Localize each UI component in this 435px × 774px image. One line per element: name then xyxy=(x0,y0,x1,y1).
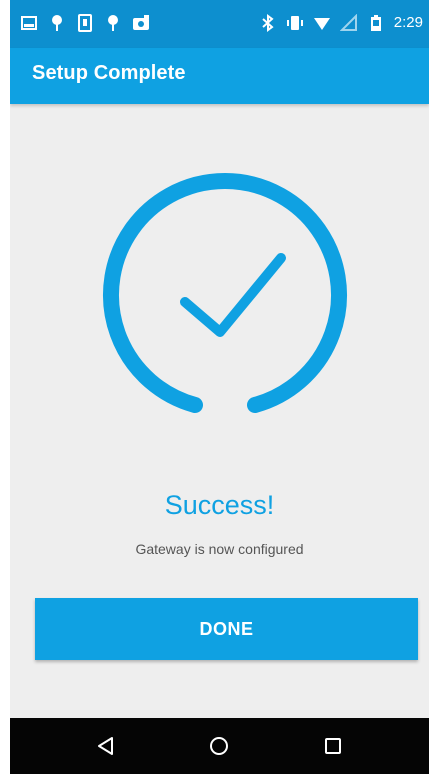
back-icon xyxy=(98,737,113,755)
pin-icon xyxy=(108,15,118,31)
signal-icon xyxy=(339,14,357,31)
wifi-icon xyxy=(313,18,330,30)
success-title: Success! xyxy=(164,490,275,520)
status-left-icons xyxy=(20,14,150,32)
battery-icon xyxy=(370,15,381,31)
sim-icon xyxy=(78,14,92,32)
photo-icon xyxy=(133,15,149,30)
page-title: Setup Complete xyxy=(32,62,186,84)
success-check-icon xyxy=(103,173,347,413)
device-frame: 2:29 Setup Complete Success! Gateway is … xyxy=(0,0,435,774)
app-bar: Setup Complete xyxy=(10,48,429,104)
recents-button[interactable] xyxy=(315,731,351,761)
vibrate-icon xyxy=(286,16,303,30)
nav-bar xyxy=(10,718,429,774)
app-screen: 2:29 Setup Complete Success! Gateway is … xyxy=(10,0,429,774)
success-subtitle: Gateway is now configured xyxy=(135,541,304,557)
status-bar: 2:29 xyxy=(10,0,429,48)
status-right-icons: 2:29 xyxy=(259,14,423,32)
home-button[interactable] xyxy=(201,731,237,761)
back-button[interactable] xyxy=(88,731,124,761)
recents-icon xyxy=(325,738,341,754)
bluetooth-icon xyxy=(262,14,274,32)
gallery-icon xyxy=(21,16,37,30)
home-icon xyxy=(210,737,228,755)
pin-icon xyxy=(52,15,62,31)
status-time: 2:29 xyxy=(393,14,423,31)
done-button[interactable]: DONE xyxy=(35,598,418,660)
